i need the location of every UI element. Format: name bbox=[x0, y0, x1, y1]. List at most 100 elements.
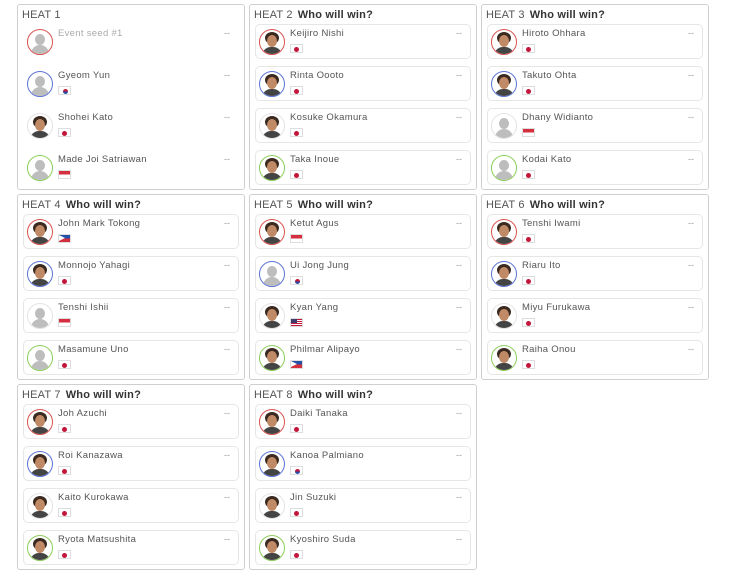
athlete-score: -- bbox=[456, 28, 462, 38]
flag-jp-icon bbox=[58, 360, 71, 369]
heat-label: HEAT 8 bbox=[254, 389, 293, 401]
athlete-name: Keijiro Nishi bbox=[290, 28, 345, 39]
athlete-name: Hiroto Ohhara bbox=[522, 28, 586, 39]
athlete-card[interactable]: Kodai Kato -- bbox=[487, 150, 703, 185]
athlete-card[interactable]: Taka Inoue -- bbox=[255, 150, 471, 185]
athlete-photo bbox=[259, 535, 285, 561]
athlete-score: -- bbox=[688, 218, 694, 228]
athlete-card[interactable]: Gyeom Yun -- bbox=[23, 66, 239, 101]
athlete-card[interactable]: Tenshi Iwami -- bbox=[487, 214, 703, 249]
flag-us-icon bbox=[290, 318, 303, 327]
athlete-card[interactable]: Kanoa Palmiano -- bbox=[255, 446, 471, 481]
avatar-placeholder-icon bbox=[27, 29, 53, 55]
athlete-score: -- bbox=[456, 112, 462, 122]
heat-prompt: Who will win? bbox=[297, 199, 374, 211]
athlete-card[interactable]: Rinta Oooto -- bbox=[255, 66, 471, 101]
athlete-name: Miyu Furukawa bbox=[522, 302, 591, 313]
flag-jp-icon bbox=[290, 508, 303, 517]
athlete-card[interactable]: Kosuke Okamura -- bbox=[255, 108, 471, 143]
athlete-photo bbox=[491, 345, 517, 371]
athlete-card[interactable]: Kyan Yang -- bbox=[255, 298, 471, 333]
athlete-card[interactable]: Masamune Uno -- bbox=[23, 340, 239, 375]
athlete-card[interactable]: Miyu Furukawa -- bbox=[487, 298, 703, 333]
athlete-score: -- bbox=[224, 260, 230, 270]
athlete-card[interactable]: Kaito Kurokawa -- bbox=[23, 488, 239, 523]
athlete-name: Kyan Yang bbox=[290, 302, 339, 313]
athlete-photo bbox=[491, 261, 517, 287]
heat-panel: HEAT 2 Who will win? Keijiro Nishi -- Rin… bbox=[249, 4, 477, 190]
heat-header: HEAT 6 Who will win? bbox=[486, 199, 605, 211]
flag-jp-icon bbox=[58, 550, 71, 559]
athlete-card[interactable]: Shohei Kato -- bbox=[23, 108, 239, 143]
athlete-card[interactable]: Hiroto Ohhara -- bbox=[487, 24, 703, 59]
athlete-card[interactable]: Raiha Onou -- bbox=[487, 340, 703, 375]
athlete-card[interactable]: Daiki Tanaka -- bbox=[255, 404, 471, 439]
athlete-card[interactable]: Kyoshiro Suda -- bbox=[255, 530, 471, 565]
athlete-name: Riaru Ito bbox=[522, 260, 561, 271]
flag-jp-icon bbox=[522, 360, 535, 369]
athlete-name: Philmar Alipayo bbox=[290, 344, 360, 355]
athlete-card[interactable]: Riaru Ito -- bbox=[487, 256, 703, 291]
athlete-score: -- bbox=[456, 302, 462, 312]
heat-label: HEAT 3 bbox=[486, 9, 525, 21]
athlete-card[interactable]: Roi Kanazawa -- bbox=[23, 446, 239, 481]
athlete-photo bbox=[491, 303, 517, 329]
athlete-name: Monnojo Yahagi bbox=[58, 260, 130, 271]
athlete-score: -- bbox=[688, 70, 694, 80]
athlete-photo bbox=[259, 493, 285, 519]
athlete-photo bbox=[27, 451, 53, 477]
athlete-name: Raiha Onou bbox=[522, 344, 576, 355]
athlete-score: -- bbox=[456, 492, 462, 502]
flag-jp-icon bbox=[522, 318, 535, 327]
flag-jp-icon bbox=[522, 44, 535, 53]
heat-panel: HEAT 1 Event seed #1 -- Gyeom Yun -- Sho… bbox=[17, 4, 245, 190]
athlete-score: -- bbox=[224, 218, 230, 228]
flag-kr-icon bbox=[290, 466, 303, 475]
heat-panel: HEAT 3 Who will win? Hiroto Ohhara -- Tak… bbox=[481, 4, 709, 190]
athlete-name: Taka Inoue bbox=[290, 154, 340, 165]
athlete-photo bbox=[259, 219, 285, 245]
athlete-score: -- bbox=[224, 344, 230, 354]
athlete-card[interactable]: Made Joi Satriawan -- bbox=[23, 150, 239, 185]
athlete-name: Kaito Kurokawa bbox=[58, 492, 129, 503]
avatar-placeholder-icon bbox=[259, 261, 285, 287]
avatar-placeholder-icon bbox=[491, 113, 517, 139]
athlete-score: -- bbox=[688, 260, 694, 270]
flag-jp-icon bbox=[290, 44, 303, 53]
flag-jp-icon bbox=[522, 86, 535, 95]
athlete-card[interactable]: John Mark Tokong -- bbox=[23, 214, 239, 249]
heat-prompt: Who will win? bbox=[529, 9, 606, 21]
heat-prompt: Who will win? bbox=[297, 9, 374, 21]
athlete-photo bbox=[27, 493, 53, 519]
athlete-card[interactable]: Joh Azuchi -- bbox=[23, 404, 239, 439]
athlete-card[interactable]: Event seed #1 -- bbox=[23, 24, 239, 59]
flag-ph-icon bbox=[58, 234, 71, 243]
athlete-name: Joh Azuchi bbox=[58, 408, 107, 419]
heat-panel: HEAT 7 Who will win? Joh Azuchi -- Roi Ka… bbox=[17, 384, 245, 570]
athlete-card[interactable]: Ryota Matsushita -- bbox=[23, 530, 239, 565]
athlete-card[interactable]: Philmar Alipayo -- bbox=[255, 340, 471, 375]
heat-label: HEAT 5 bbox=[254, 199, 293, 211]
athlete-card[interactable]: Dhany Widianto -- bbox=[487, 108, 703, 143]
flag-jp-icon bbox=[522, 234, 535, 243]
athlete-card[interactable]: Ketut Agus -- bbox=[255, 214, 471, 249]
heat-panel: HEAT 6 Who will win? Tenshi Iwami -- Riar… bbox=[481, 194, 709, 380]
athlete-score: -- bbox=[224, 408, 230, 418]
athlete-name: Masamune Uno bbox=[58, 344, 129, 355]
athlete-photo bbox=[27, 409, 53, 435]
athlete-score: -- bbox=[688, 302, 694, 312]
heat-header: HEAT 5 Who will win? bbox=[254, 199, 373, 211]
flag-id-icon bbox=[58, 318, 71, 327]
flag-kr-icon bbox=[290, 276, 303, 285]
athlete-card[interactable]: Takuto Ohta -- bbox=[487, 66, 703, 101]
athlete-card[interactable]: Tenshi Ishii -- bbox=[23, 298, 239, 333]
athlete-card[interactable]: Jin Suzuki -- bbox=[255, 488, 471, 523]
athlete-photo bbox=[259, 345, 285, 371]
flag-id-icon bbox=[58, 170, 71, 179]
athlete-card[interactable]: Ui Jong Jung -- bbox=[255, 256, 471, 291]
avatar-placeholder-icon bbox=[491, 155, 517, 181]
athlete-card[interactable]: Monnojo Yahagi -- bbox=[23, 256, 239, 291]
athlete-card[interactable]: Keijiro Nishi -- bbox=[255, 24, 471, 59]
athlete-score: -- bbox=[456, 218, 462, 228]
athlete-score: -- bbox=[456, 154, 462, 164]
